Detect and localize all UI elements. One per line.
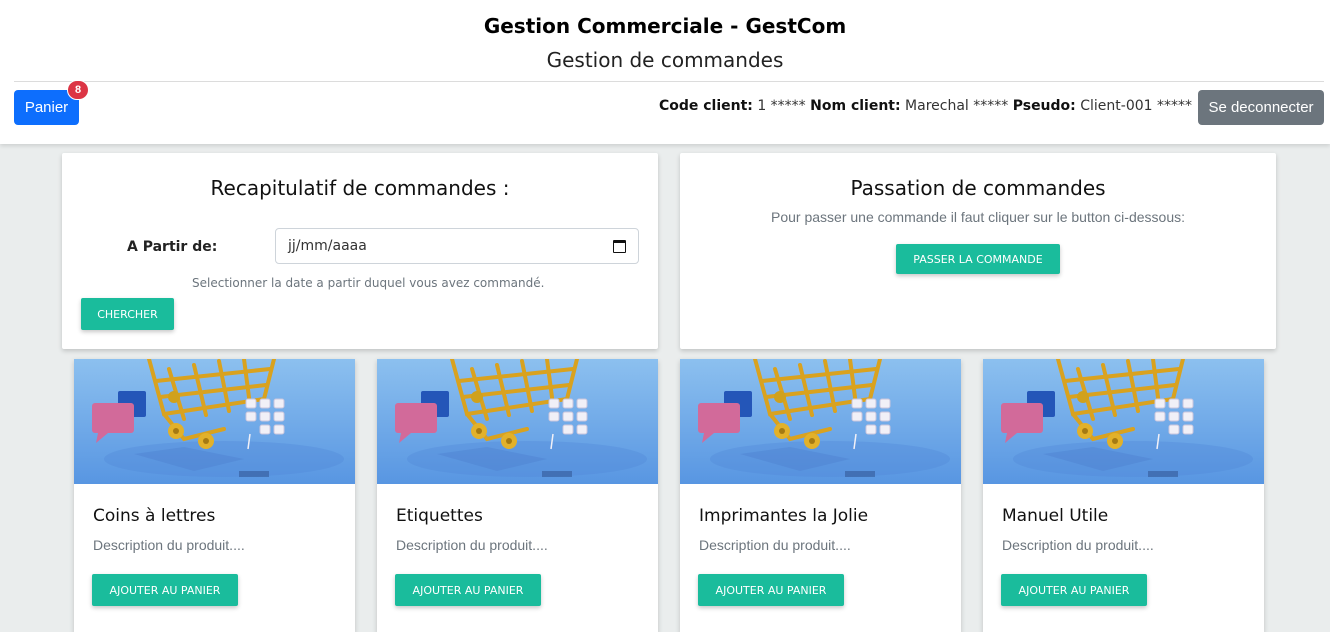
client-pseudo-value: Client-001 *****	[1080, 98, 1192, 114]
add-to-cart-button[interactable]: AJOUTER AU PANIER	[92, 574, 238, 606]
product-card: Manuel Utile Description du produit.... …	[983, 359, 1264, 632]
product-card: Coins à lettres Description du produit..…	[74, 359, 355, 632]
product-description: Description du produit....	[93, 537, 245, 553]
date-placeholder: jj/mm/aaaa	[288, 238, 367, 254]
product-description: Description du produit....	[396, 537, 548, 553]
place-order-button[interactable]: PASSER LA COMMANDE	[896, 244, 1060, 274]
product-title: Etiquettes	[396, 506, 483, 526]
header-divider	[14, 81, 1324, 82]
product-title: Imprimantes la Jolie	[699, 506, 869, 526]
page-subtitle: Gestion de commandes	[546, 48, 784, 72]
shopping-cart-image	[74, 359, 355, 484]
place-order-title: Passation de commandes	[850, 176, 1106, 200]
main-content: Recapitulatif de commandes : A Partir de…	[0, 144, 1330, 632]
product-card: Imprimantes la Jolie Description du prod…	[680, 359, 961, 632]
product-card: Etiquettes Description du produit.... AJ…	[377, 359, 658, 632]
cart-count-badge: 8	[67, 80, 89, 100]
add-to-cart-button[interactable]: AJOUTER AU PANIER	[698, 574, 844, 606]
client-pseudo-label: Pseudo:	[1012, 98, 1076, 114]
product-description: Description du produit....	[699, 537, 851, 553]
client-info: Code client: 1 ***** Nom client: Marecha…	[659, 98, 1192, 114]
logout-button[interactable]: Se deconnecter	[1198, 90, 1324, 125]
place-order-panel: Passation de commandes Pour passer une c…	[680, 153, 1276, 349]
app-title: Gestion Commerciale - GestCom	[483, 14, 847, 38]
search-button[interactable]: CHERCHER	[81, 298, 174, 330]
shopping-cart-image	[680, 359, 961, 484]
product-title: Manuel Utile	[1002, 506, 1109, 526]
order-summary-title: Recapitulatif de commandes :	[210, 176, 510, 200]
shopping-cart-image	[983, 359, 1264, 484]
client-code-label: Code client:	[658, 98, 753, 114]
page-header: Gestion Commerciale - GestCom Gestion de…	[0, 0, 1330, 144]
client-name-label: Nom client:	[810, 98, 901, 114]
client-name-value: Marechal *****	[905, 98, 1009, 114]
place-order-info: Pour passer une commande il faut cliquer…	[771, 209, 1185, 225]
date-input[interactable]: jj/mm/aaaa	[275, 228, 639, 264]
shopping-cart-image	[377, 359, 658, 484]
product-title: Coins à lettres	[93, 506, 216, 526]
date-label: A Partir de:	[127, 239, 218, 255]
calendar-icon[interactable]	[613, 239, 626, 253]
product-description: Description du produit....	[1002, 537, 1154, 553]
client-code-value: 1 *****	[757, 98, 806, 114]
add-to-cart-button[interactable]: AJOUTER AU PANIER	[1001, 574, 1147, 606]
add-to-cart-button[interactable]: AJOUTER AU PANIER	[395, 574, 541, 606]
order-summary-panel: Recapitulatif de commandes : A Partir de…	[62, 153, 658, 349]
date-help-text: Selectionner la date a partir duquel vou…	[192, 276, 545, 290]
